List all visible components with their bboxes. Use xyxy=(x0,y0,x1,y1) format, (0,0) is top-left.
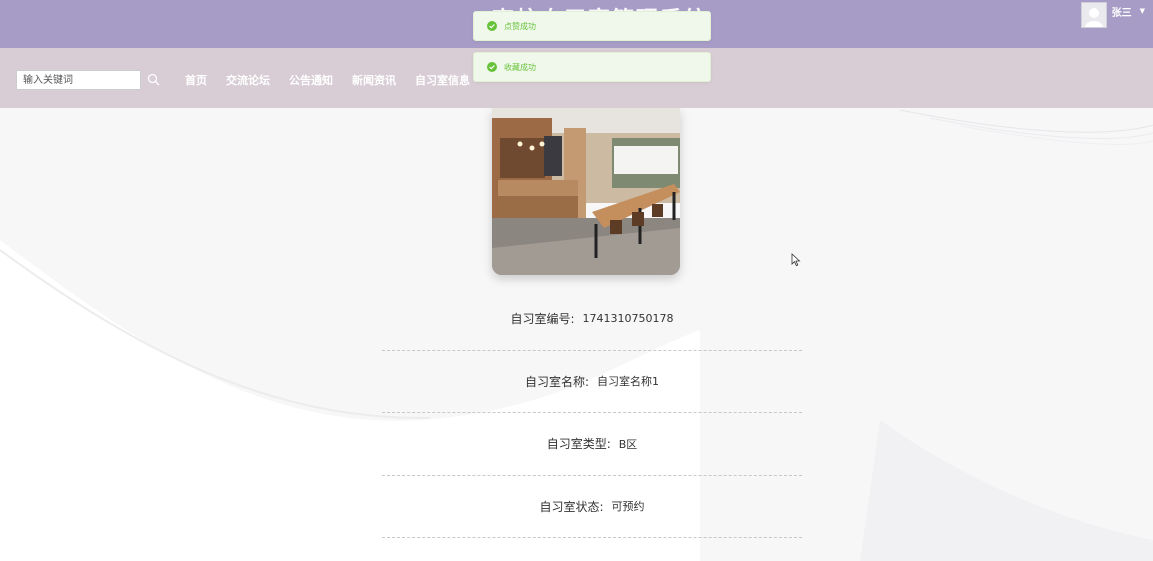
user-name[interactable]: 张三 xyxy=(1112,4,1132,19)
nav-item-forum[interactable]: 交流论坛 xyxy=(226,72,270,88)
detail-row-name: 自习室名称: 自习室名称1 xyxy=(382,351,802,413)
search-input[interactable] xyxy=(16,70,141,90)
nav-item-notice[interactable]: 公告通知 xyxy=(289,72,333,88)
nav-item-news[interactable]: 新闻资讯 xyxy=(352,72,396,88)
user-avatar-icon[interactable] xyxy=(1080,2,1107,28)
check-circle-icon xyxy=(487,21,497,31)
detail-value: 1741310750178 xyxy=(582,312,674,326)
detail-row-type: 自习室类型: B区 xyxy=(382,413,802,476)
toast-favorite-success: 收藏成功 xyxy=(473,52,711,82)
study-room-details: 自习室编号: 1741310750178 自习室名称: 自习室名称1 自习室类型… xyxy=(382,288,802,538)
detail-label: 自习室名称: xyxy=(524,374,590,389)
check-circle-icon xyxy=(487,62,497,72)
study-room-photo xyxy=(492,108,680,275)
toast-message: 点赞成功 xyxy=(504,21,536,31)
search-icon[interactable] xyxy=(147,73,160,86)
detail-value: 自习室名称1 xyxy=(597,375,660,389)
toast-like-success: 点赞成功 xyxy=(473,11,711,41)
user-menu[interactable]: 张三 ▼ xyxy=(1080,2,1145,28)
detail-row-status: 自习室状态: 可预约 xyxy=(382,476,802,538)
toast-message: 收藏成功 xyxy=(504,62,536,72)
nav-item-study-room[interactable]: 自习室信息 xyxy=(415,72,470,88)
detail-label: 自习室类型: xyxy=(546,437,611,452)
detail-row-number: 自习室编号: 1741310750178 xyxy=(382,288,802,351)
detail-label: 自习室状态: xyxy=(539,499,604,514)
detail-label: 自习室编号: xyxy=(510,312,575,327)
detail-value: B区 xyxy=(618,437,638,451)
nav-menu: 首页 交流论坛 公告通知 新闻资讯 自习室信息 xyxy=(185,72,489,88)
nav-item-home[interactable]: 首页 xyxy=(185,72,207,88)
mouse-cursor-icon xyxy=(791,253,801,267)
detail-value: 可预约 xyxy=(611,500,645,514)
caret-down-icon[interactable]: ▼ xyxy=(1140,7,1145,15)
